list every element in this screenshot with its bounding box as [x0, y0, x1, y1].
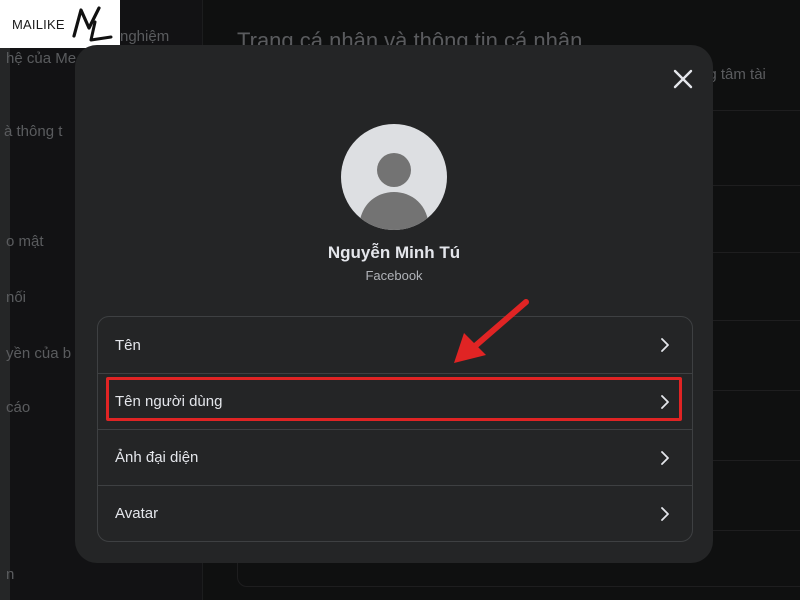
menu-item-profile-picture[interactable]: Ảnh đại diện	[98, 429, 692, 485]
profile-platform: Facebook	[365, 268, 423, 283]
menu-item-name[interactable]: Tên	[98, 317, 692, 373]
profile-avatar	[341, 124, 447, 230]
chevron-right-icon	[661, 338, 669, 352]
chevron-right-icon	[661, 450, 669, 465]
close-icon	[673, 69, 693, 89]
logo-text: MAILIKE	[12, 16, 65, 32]
profile-menu: Tên Tên người dùng Ảnh đại diện Avatar	[97, 316, 693, 542]
red-arrow-icon	[454, 299, 529, 363]
chevron-right-icon	[661, 506, 669, 521]
menu-item-label: Ảnh đại diện	[115, 449, 199, 466]
logo-mark-icon	[72, 6, 113, 42]
highlight-box	[106, 377, 682, 421]
menu-item-label: Avatar	[115, 505, 159, 522]
profile-dialog: Nguyễn Minh Tú Facebook Tên Tên người dù…	[75, 45, 713, 563]
default-avatar-icon	[359, 153, 429, 230]
menu-item-label: Tên	[115, 336, 141, 354]
close-button[interactable]	[669, 65, 697, 93]
profile-name: Nguyễn Minh Tú	[327, 243, 461, 262]
mailike-logo: MAILIKE	[0, 0, 120, 48]
menu-item-avatar[interactable]: Avatar	[98, 485, 692, 541]
